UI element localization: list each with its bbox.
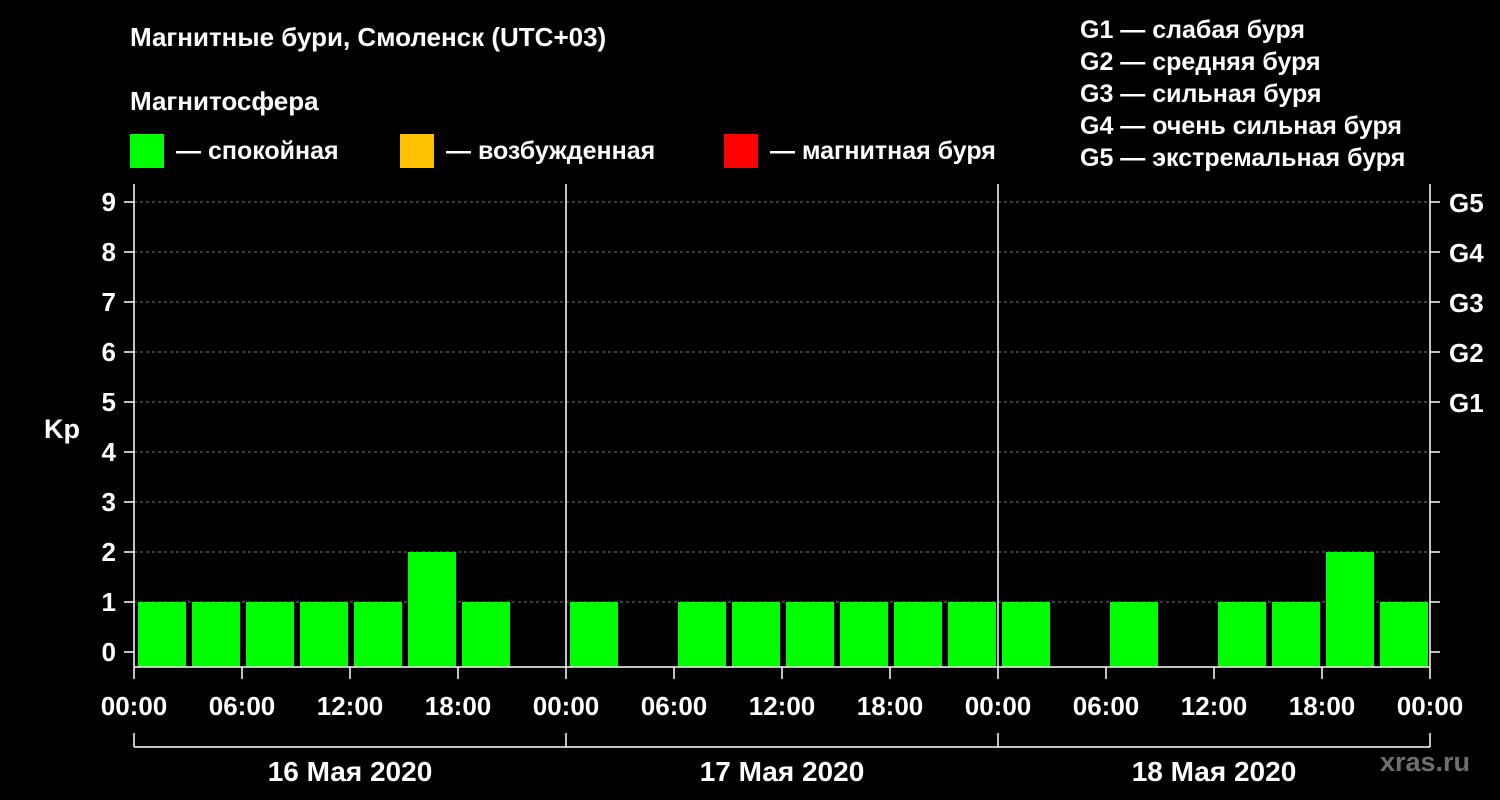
y-tick-label-5: 5 [102,387,116,417]
kp-bar-4 [354,602,402,667]
storm-tick-label-g2: G2 [1449,338,1484,368]
kp-bar-22 [1326,552,1374,667]
y-tick-label-0: 0 [102,637,116,667]
x-tick-label-11: 18:00 [1289,691,1356,721]
kp-bar-13 [840,602,888,667]
storm-tick-label-g4: G4 [1449,238,1484,268]
kp-bar-15 [948,602,996,667]
bars-layer [138,552,1428,667]
y-tick-label-2: 2 [102,537,116,567]
y-tick-label-7: 7 [102,287,116,317]
kp-bar-0 [138,602,186,667]
kp-bar-11 [732,602,780,667]
kp-bar-14 [894,602,942,667]
y-tick-label-3: 3 [102,487,116,517]
x-tick-label-2: 12:00 [317,691,384,721]
kp-bar-23 [1380,602,1428,667]
x-tick-label-5: 06:00 [641,691,708,721]
kp-bar-3 [300,602,348,667]
storm-tick-label-g3: G3 [1449,288,1484,318]
x-tick-label-4: 00:00 [533,691,600,721]
kp-bar-6 [462,602,510,667]
x-tick-label-12: 00:00 [1397,691,1464,721]
kp-bar-8 [570,602,618,667]
day-label-2: 18 Мая 2020 [1132,756,1297,787]
grid-layer [134,201,1430,603]
kp-bar-20 [1218,602,1266,667]
kp-bar-12 [786,602,834,667]
x-tick-label-1: 06:00 [209,691,276,721]
y-tick-label-8: 8 [102,237,116,267]
kp-bar-1 [192,602,240,667]
kp-bar-16 [1002,602,1050,667]
kp-bar-18 [1110,602,1158,667]
site-watermark: xras.ru [1379,747,1470,777]
storm-tick-label-g1: G1 [1449,388,1484,418]
y-tick-label-6: 6 [102,337,116,367]
day-label-0: 16 Мая 2020 [268,756,433,787]
x-tick-label-10: 12:00 [1181,691,1248,721]
x-tick-label-3: 18:00 [425,691,492,721]
y-axis-label: Kp [44,414,80,444]
kp-bar-chart: 0 1 2 3 4 5 6 7 8 9 G1 G2 G3 G4 G5 00:00 06:00 12:00 18:00… [44,184,1484,787]
kp-bar-10 [678,602,726,667]
y-tick-label-1: 1 [102,587,116,617]
y-tick-label-4: 4 [102,437,117,467]
x-tick-label-7: 18:00 [857,691,924,721]
x-tick-label-0: 00:00 [101,691,168,721]
x-tick-label-9: 06:00 [1073,691,1140,721]
kp-bar-2 [246,602,294,667]
x-tick-label-8: 00:00 [965,691,1032,721]
labels-layer: 0 1 2 3 4 5 6 7 8 9 G1 G2 G3 G4 G5 00:00 06:00 12:00 18:00… [101,187,1484,787]
x-tick-label-6: 12:00 [749,691,816,721]
day-label-1: 17 Мая 2020 [700,756,865,787]
storm-tick-label-g5: G5 [1449,188,1484,218]
kp-bar-21 [1272,602,1320,667]
kp-bar-5 [408,552,456,667]
y-tick-label-9: 9 [102,187,116,217]
